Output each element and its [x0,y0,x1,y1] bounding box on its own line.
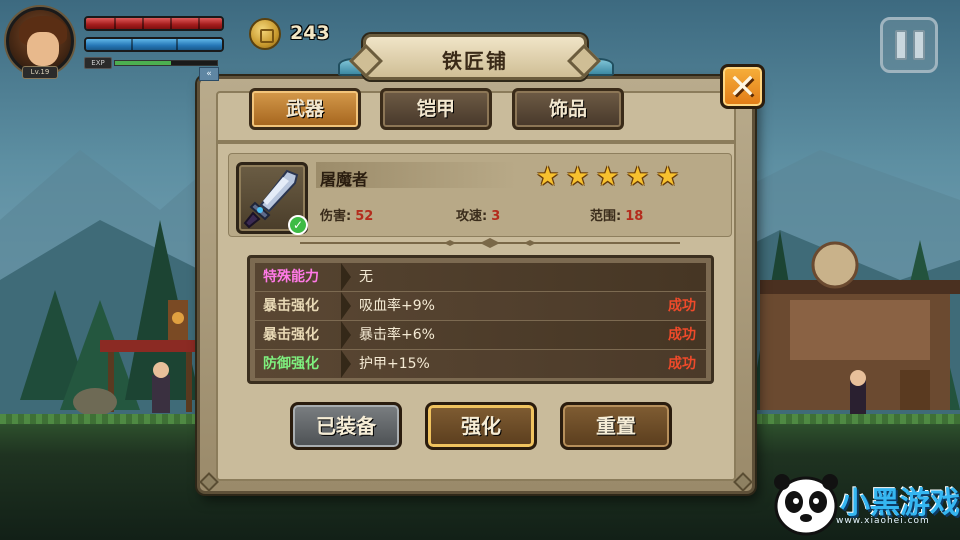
ability-label: 暴击强化 [263,327,319,343]
pause-icon-bar [895,30,907,60]
tab-accessory[interactable]: 饰品 [512,88,624,130]
bar-segment [170,18,172,29]
ability-arrow [341,321,351,349]
stat-attack-speed: 攻速: 3 [456,205,500,224]
bar-segment [131,39,133,50]
ability-value: 护甲+15% [359,356,430,372]
ability-result: 成功 [668,298,696,314]
ability-row: 暴击强化 暴击率+6% 成功 [255,321,706,349]
exp-label: EXP [84,57,112,69]
hp-bar [84,16,224,31]
coin-icon [249,18,281,50]
star-icon: ★ [536,162,560,192]
ability-value: 无 [359,269,373,285]
ability-arrow [341,263,351,291]
panel-title: 铁匠铺 [442,49,508,73]
watermark-url: www.xiaohei.com [836,516,930,526]
enhance-button[interactable]: 强化 [425,402,537,450]
tab-weapon[interactable]: 武器 [249,88,361,130]
ability-table: 特殊能力 无 暴击强化 吸血率+9% 成功 暴击强化 暴击率+6% 成功 防御强… [247,255,714,384]
avatar-face [27,32,59,66]
corner-ornament [733,472,753,492]
stat-range-value: 18 [625,209,644,224]
ability-row: 暴击强化 吸血率+9% 成功 [255,292,706,320]
divider-ornament [300,238,680,248]
stat-range-label: 范围: [590,209,622,224]
bar-segment [198,18,200,29]
pause-icon-bar [913,30,925,60]
coin-count: 243 [290,22,330,44]
bar-segment [176,39,178,50]
ability-result: 成功 [668,356,696,372]
ability-row: 防御强化 护甲+15% 成功 [255,350,706,378]
close-icon: ✕ [728,67,757,107]
ability-row: 特殊能力 无 [255,263,706,291]
mp-fill [86,39,222,50]
star-icon: ★ [566,162,590,192]
bar-segment [114,18,116,29]
stat-attack-speed-label: 攻速: [456,209,488,224]
close-button[interactable]: ✕ [720,64,765,109]
hp-fill [86,18,222,29]
tab-armor[interactable]: 铠甲 [380,88,492,130]
stat-attack-speed-value: 3 [491,209,501,224]
exp-track [114,60,218,66]
pause-button[interactable] [880,17,938,73]
item-name: 屠魔者 [320,170,369,189]
reset-button[interactable]: 重置 [560,402,672,450]
bar-segment [142,18,144,29]
ability-result: 成功 [668,327,696,343]
level-badge: Lv.19 [22,66,58,79]
ability-label: 特殊能力 [263,269,319,285]
ability-arrow [341,350,351,378]
star-icon: ★ [626,162,650,192]
stat-damage-label: 伤害: [320,209,352,224]
star-icon: ★ [596,162,620,192]
player-avatar[interactable] [6,7,74,75]
title-banner: 铁匠铺 [363,34,587,80]
mp-bar [84,37,224,52]
stat-damage: 伤害: 52 [320,205,373,224]
ability-label: 暴击强化 [263,298,319,314]
stat-damage-value: 52 [355,209,374,224]
exp-fill [115,61,172,65]
ability-arrow [341,292,351,320]
star-icon: ★ [656,162,680,192]
ability-value: 吸血率+9% [359,298,435,314]
ability-label: 防御强化 [263,356,319,372]
equipped-check-icon: ✓ [288,215,308,235]
star-rating: ★ ★ ★ ★ ★ [536,164,686,190]
equipped-button[interactable]: 已装备 [290,402,402,450]
back-arrow-icon[interactable]: « [199,67,219,81]
stat-range: 范围: 18 [590,205,643,224]
tab-divider [216,140,736,144]
ability-value: 暴击率+6% [359,327,435,343]
